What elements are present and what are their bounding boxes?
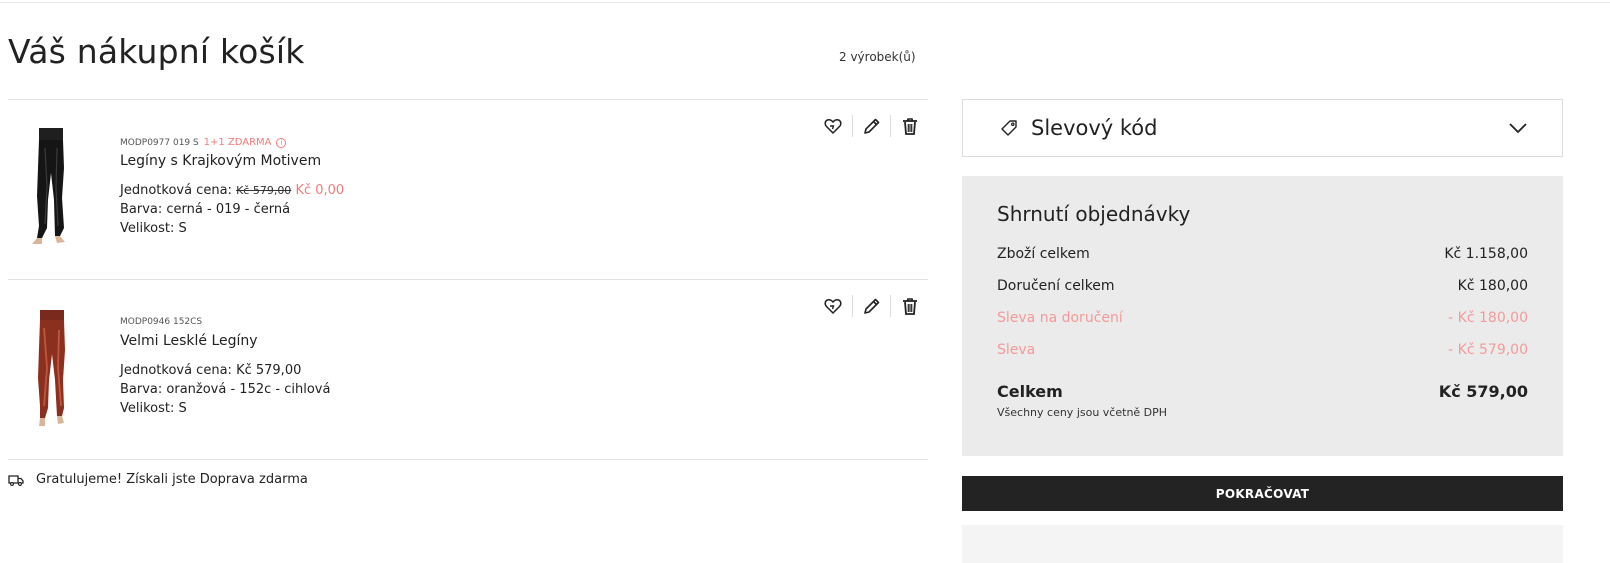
divider — [8, 459, 928, 460]
product-image[interactable] — [20, 128, 82, 248]
summary-label: Sleva na doručení — [997, 310, 1123, 326]
cart-item: MODP0977 019 S 1+1 ZDARMA i Legíny s Kra… — [8, 100, 928, 279]
summary-row-delivery: Doručení celkem Kč 180,00 — [997, 276, 1528, 308]
original-price: Kč 579,00 — [236, 184, 292, 197]
edit-button[interactable] — [852, 295, 890, 317]
item-unit-price: Jednotková cena: Kč 579,00 — [120, 361, 330, 380]
total-label: Celkem — [997, 382, 1063, 401]
price: Kč 579,00 — [236, 363, 302, 378]
item-sku-line: MODP0977 019 S 1+1 ZDARMA i — [120, 137, 344, 151]
summary-value: - Kč 180,00 — [1448, 310, 1528, 326]
trash-icon — [902, 118, 917, 135]
summary-label: Zboží celkem — [997, 246, 1090, 262]
shipping-note-text: Gratulujeme! Získali jste Doprava zdarma — [36, 472, 308, 487]
summary-value: Kč 180,00 — [1457, 278, 1528, 294]
summary-label: Doručení celkem — [997, 278, 1115, 294]
edit-button[interactable] — [852, 115, 890, 137]
page-title: Váš nákupní košík — [8, 32, 305, 71]
pencil-icon — [863, 118, 879, 134]
item-color: Barva: cerná - 019 - černá — [120, 202, 291, 217]
item-unit-price: Jednotková cena: Kč 579,00 Kč 0,00 — [120, 181, 344, 200]
promo-badge: 1+1 ZDARMA — [203, 137, 272, 148]
chevron-down-icon — [1508, 118, 1528, 138]
cart-item: MODP0946 152CS Velmi Lesklé Legíny Jedno… — [8, 280, 928, 459]
item-count: 2 výrobek(ů) — [839, 50, 916, 64]
heart-arrow-icon — [824, 299, 842, 315]
remove-button[interactable] — [890, 115, 928, 137]
coupon-toggle[interactable]: Slevový kód — [962, 99, 1563, 157]
order-summary: Shrnutí objednávky Zboží celkem Kč 1.158… — [962, 176, 1563, 456]
truck-icon — [8, 474, 24, 486]
summary-value: Kč 1.158,00 — [1444, 246, 1528, 262]
wishlist-button[interactable] — [814, 115, 852, 137]
item-name[interactable]: Legíny s Krajkovým Motivem — [120, 153, 344, 169]
trash-icon — [902, 298, 917, 315]
tag-icon — [999, 118, 1031, 138]
item-info: MODP0946 152CS Velmi Lesklé Legíny Jedno… — [120, 317, 330, 418]
item-sku: MODP0977 019 S — [120, 138, 199, 148]
top-border — [0, 2, 1610, 3]
summary-row-discount: Sleva - Kč 579,00 — [997, 340, 1528, 372]
cart-list: MODP0977 019 S 1+1 ZDARMA i Legíny s Kra… — [8, 99, 928, 460]
summary-label: Sleva — [997, 342, 1036, 358]
remove-button[interactable] — [890, 295, 928, 317]
summary-row-delivery-discount: Sleva na doručení - Kč 180,00 — [997, 308, 1528, 340]
item-actions — [814, 295, 928, 317]
item-actions — [814, 115, 928, 137]
free-shipping-note: Gratulujeme! Získali jste Doprava zdarma — [8, 472, 308, 487]
vat-note: Všechny ceny jsou včetně DPH — [997, 406, 1168, 419]
summary-row-goods: Zboží celkem Kč 1.158,00 — [997, 244, 1528, 276]
summary-title: Shrnutí objednávky — [997, 202, 1191, 226]
continue-button[interactable]: POKRAČOVAT — [962, 476, 1563, 511]
coupon-label: Slevový kód — [1031, 116, 1158, 140]
pencil-icon — [863, 298, 879, 314]
unit-price-label: Jednotková cena: — [120, 363, 232, 378]
unit-price-label: Jednotková cena: — [120, 183, 232, 198]
item-color: Barva: oranžová - 152c - cihlová — [120, 382, 331, 397]
item-size: Velikost: S — [120, 401, 187, 416]
sale-price: Kč 0,00 — [295, 183, 345, 198]
secondary-panel — [962, 525, 1563, 563]
item-info: MODP0977 019 S 1+1 ZDARMA i Legíny s Kra… — [120, 137, 344, 238]
item-name[interactable]: Velmi Lesklé Legíny — [120, 333, 330, 349]
total-value: Kč 579,00 — [1438, 382, 1528, 401]
summary-total: Celkem Kč 579,00 — [997, 382, 1528, 401]
item-size: Velikost: S — [120, 221, 187, 236]
item-sku: MODP0946 152CS — [120, 317, 203, 327]
heart-arrow-icon — [824, 119, 842, 135]
summary-value: - Kč 579,00 — [1448, 342, 1528, 358]
item-sku-line: MODP0946 152CS — [120, 317, 330, 331]
info-icon[interactable]: i — [276, 138, 287, 148]
wishlist-button[interactable] — [814, 295, 852, 317]
product-image[interactable] — [20, 308, 82, 428]
